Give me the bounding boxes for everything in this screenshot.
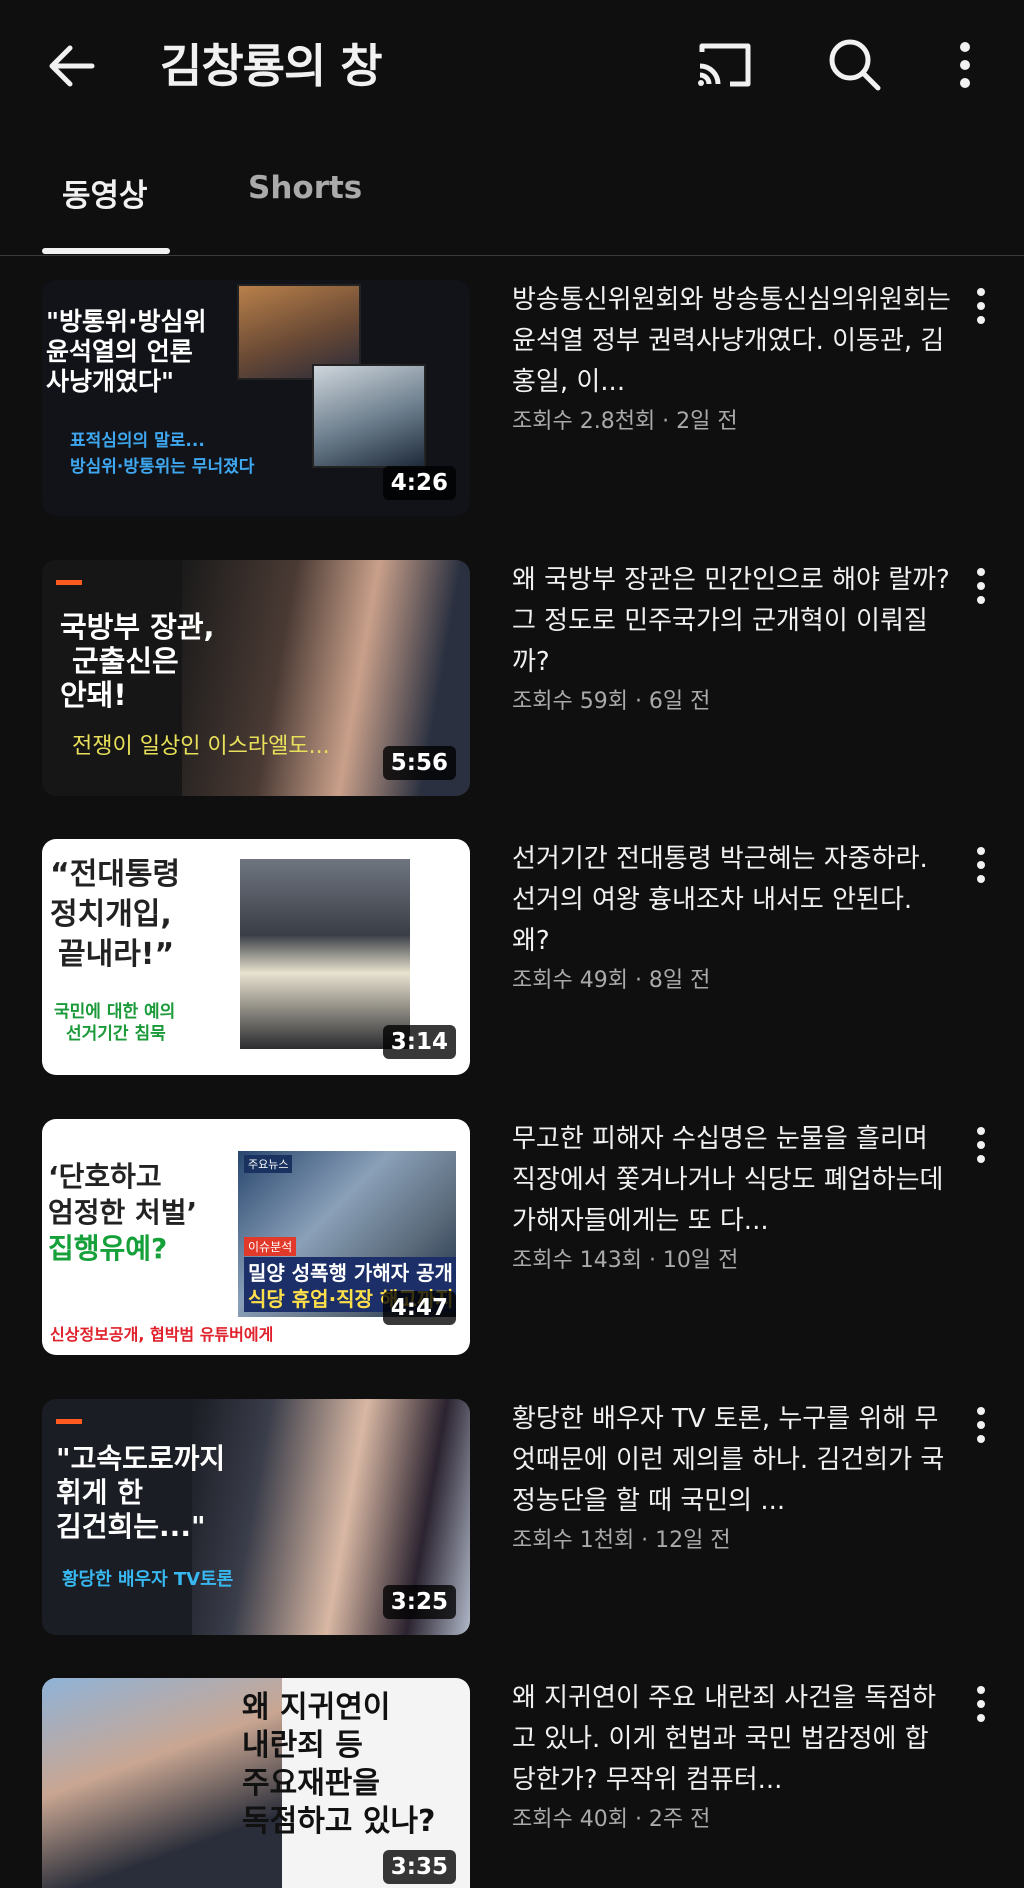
video-more-button[interactable] xyxy=(966,280,996,334)
video-item: 왜 지귀연이 내란죄 등 주요재판을 독점하고 있나? 3:35 왜 지귀연이 … xyxy=(0,1678,1024,1888)
selected-tab-indicator xyxy=(42,248,170,254)
video-meta: 조회수 2.8천회 · 2일 전 xyxy=(512,409,738,434)
back-button[interactable] xyxy=(44,38,104,94)
more-options-button[interactable] xyxy=(950,36,980,94)
video-more-button[interactable] xyxy=(966,839,996,893)
accent-bar xyxy=(56,580,82,585)
news-caption: 밀양 성폭행 가해자 공개 xyxy=(244,1257,456,1286)
video-more-button[interactable] xyxy=(966,560,996,614)
duration-badge: 3:35 xyxy=(382,1850,456,1884)
duration-badge: 3:14 xyxy=(382,1025,456,1059)
thumbnail-photo xyxy=(240,859,410,1049)
video-meta: 조회수 59회 · 6일 전 xyxy=(512,689,711,714)
video-item: 국방부 장관, 군출신은 안돼! 전쟁이 일상인 이스라엘도... 5:56 왜… xyxy=(0,560,1024,800)
channel-tabs: 동영상 Shorts xyxy=(0,150,1024,256)
thumbnail-headline: ‘단호하고 xyxy=(48,1160,162,1193)
tab-videos[interactable]: 동영상 xyxy=(62,170,148,215)
video-title[interactable]: 무고한 피해자 수십명은 눈물을 흘리며 직장에서 쫓겨나거나 식당도 폐업하는… xyxy=(512,1119,952,1242)
thumbnail-subtitle: 방심위·방통위는 무너졌다 xyxy=(70,457,255,477)
video-meta: 조회수 40회 · 2주 전 xyxy=(512,1807,711,1832)
app-bar: 김창룡의 창 xyxy=(0,0,1024,130)
thumbnail-headline: 집행유예? xyxy=(48,1232,168,1265)
thumbnail-subtitle: 전쟁이 일상인 이스라엘도... xyxy=(72,734,330,759)
thumbnail-headline: “전대통령 xyxy=(50,857,181,892)
thumbnail-headline: 사냥개였다" xyxy=(46,367,175,396)
duration-badge: 4:47 xyxy=(382,1291,456,1325)
video-title[interactable]: 황당한 배우자 TV 토론, 누구를 위해 무엇때문에 이런 제의를 하나. 김… xyxy=(512,1399,952,1522)
channel-title: 김창룡의 창 xyxy=(160,39,383,93)
more-vert-icon xyxy=(977,288,985,324)
more-vert-icon xyxy=(960,42,970,88)
arrow-back-icon xyxy=(49,45,95,87)
video-thumbnail[interactable]: “전대통령 정치개입, 끝내라!” 국민에 대한 예의 선거기간 침묵 3:14 xyxy=(42,839,470,1075)
thumbnail-headline: 김건희는..." xyxy=(56,1510,206,1543)
tab-shorts[interactable]: Shorts xyxy=(248,170,362,206)
thumbnail-subtitle: 표적심의의 말로... xyxy=(70,431,205,451)
duration-badge: 5:56 xyxy=(382,746,456,780)
thumbnail-headline: 안돼! xyxy=(60,678,127,712)
video-item: 주요뉴스 이슈분석 밀양 성폭행 가해자 공개 식당 휴업·직장 해고까지 ‘단… xyxy=(0,1119,1024,1359)
thumbnail-photo xyxy=(312,364,426,468)
video-item: “전대통령 정치개입, 끝내라!” 국민에 대한 예의 선거기간 침묵 3:14… xyxy=(0,839,1024,1079)
news-badge: 주요뉴스 xyxy=(244,1155,293,1173)
video-meta: 조회수 49회 · 8일 전 xyxy=(512,968,711,993)
video-meta: 조회수 1천회 · 12일 전 xyxy=(512,1528,731,1553)
thumbnail-headline: 독점하고 있나? xyxy=(242,1804,436,1839)
more-vert-icon xyxy=(977,847,985,883)
search-button[interactable] xyxy=(826,36,884,94)
video-more-button[interactable] xyxy=(966,1119,996,1173)
video-title[interactable]: 왜 국방부 장관은 민간인으로 해야 랄까? 그 정도로 민주국가의 군개혁이 … xyxy=(512,560,952,683)
duration-badge: 4:26 xyxy=(382,466,456,500)
cast-icon xyxy=(698,43,751,87)
thumbnail-subtitle: 황당한 배우자 TV토론 xyxy=(62,1569,234,1590)
video-item: "방통위·방심위 윤석열의 언론 사냥개였다" 표적심의의 말로... 방심위·… xyxy=(0,280,1024,520)
thumbnail-subtitle: 신상정보공개, 협박범 유튜버에게 xyxy=(50,1325,274,1344)
duration-badge: 3:25 xyxy=(382,1585,456,1619)
video-more-button[interactable] xyxy=(966,1678,996,1732)
search-icon xyxy=(829,39,881,91)
thumbnail-headline: 엄정한 처벌’ xyxy=(48,1196,198,1229)
thumbnail-subtitle: 선거기간 침묵 xyxy=(66,1024,166,1044)
thumbnail-headline: 끝내라!” xyxy=(58,937,175,972)
accent-bar xyxy=(56,1419,82,1424)
thumbnail-headline: 정치개입, xyxy=(50,897,172,932)
more-vert-icon xyxy=(977,1127,985,1163)
video-thumbnail[interactable]: "방통위·방심위 윤석열의 언론 사냥개였다" 표적심의의 말로... 방심위·… xyxy=(42,280,470,516)
cast-button[interactable] xyxy=(694,38,754,92)
video-item: "고속도로까지 휘게 한 김건희는..." 황당한 배우자 TV토론 3:25 … xyxy=(0,1399,1024,1639)
news-badge: 이슈분석 xyxy=(244,1237,297,1256)
video-thumbnail[interactable]: 주요뉴스 이슈분석 밀양 성폭행 가해자 공개 식당 휴업·직장 해고까지 ‘단… xyxy=(42,1119,470,1355)
more-vert-icon xyxy=(977,1407,985,1443)
more-vert-icon xyxy=(977,1686,985,1722)
video-meta: 조회수 143회 · 10일 전 xyxy=(512,1248,739,1273)
more-vert-icon xyxy=(977,568,985,604)
video-more-button[interactable] xyxy=(966,1399,996,1453)
video-title[interactable]: 왜 지귀연이 주요 내란죄 사건을 독점하고 있나. 이게 헌법과 국민 법감정… xyxy=(512,1678,952,1801)
video-thumbnail[interactable]: 국방부 장관, 군출신은 안돼! 전쟁이 일상인 이스라엘도... 5:56 xyxy=(42,560,470,796)
video-title[interactable]: 선거기간 전대통령 박근혜는 자중하라. 선거의 여왕 흉내조차 내서도 안된다… xyxy=(512,839,952,962)
video-thumbnail[interactable]: 왜 지귀연이 내란죄 등 주요재판을 독점하고 있나? 3:35 xyxy=(42,1678,470,1888)
video-thumbnail[interactable]: "고속도로까지 휘게 한 김건희는..." 황당한 배우자 TV토론 3:25 xyxy=(42,1399,470,1635)
video-title[interactable]: 방송통신위원회와 방송통신심의위원회는 윤석열 정부 권력사냥개였다. 이동관,… xyxy=(512,280,952,403)
